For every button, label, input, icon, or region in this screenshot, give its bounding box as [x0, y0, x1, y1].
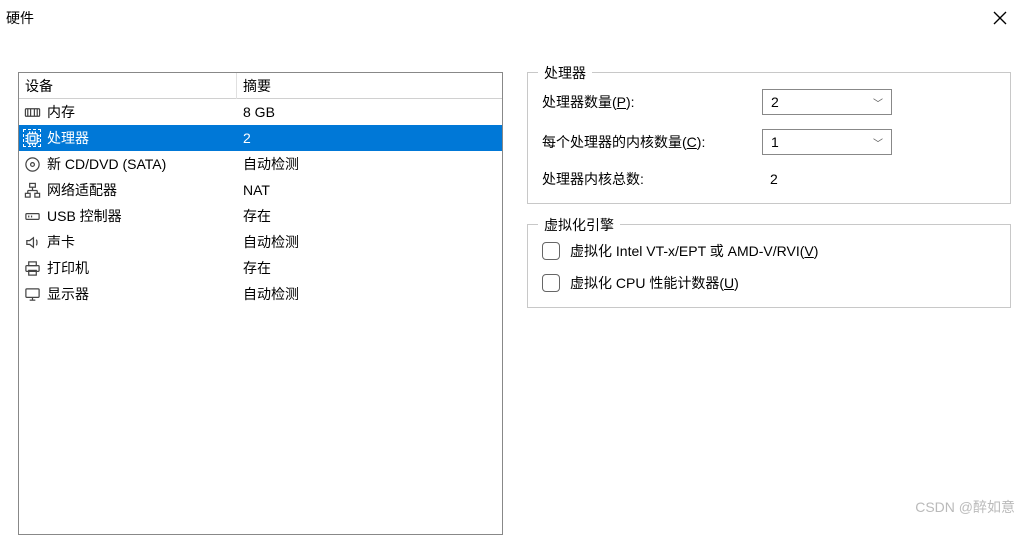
titlebar: 硬件 [0, 0, 1029, 36]
device-label: 新 CD/DVD (SATA) [47, 154, 166, 174]
memory-icon [23, 103, 41, 121]
virt-vtx-checkbox[interactable] [542, 242, 560, 260]
device-row-cddvd[interactable]: 新 CD/DVD (SATA) 自动检测 [19, 151, 502, 177]
device-table: 设备 摘要 内存 8 GB 处理器 2 [18, 72, 503, 535]
cpu-count-label: 处理器数量(P): [542, 92, 754, 112]
virtualization-group: 虚拟化引擎 虚拟化 Intel VT-x/EPT 或 AMD-V/RVI(V) … [527, 224, 1011, 308]
sound-icon [23, 233, 41, 251]
device-row-display[interactable]: 显示器 自动检测 [19, 281, 502, 307]
close-icon [993, 11, 1007, 30]
processor-group-title: 处理器 [538, 63, 592, 83]
chevron-down-icon: ﹀ [873, 95, 883, 110]
cores-per-cpu-value: 1 [771, 134, 779, 150]
device-row-memory[interactable]: 内存 8 GB [19, 99, 502, 125]
device-summary: NAT [237, 182, 502, 198]
close-button[interactable] [977, 4, 1023, 36]
device-label: 网络适配器 [47, 180, 117, 200]
col-header-summary[interactable]: 摘要 [237, 73, 502, 99]
processor-group: 处理器 处理器数量(P): 2 ﹀ 每个处理器的内核数量(C): 1 ﹀ 处理器… [527, 72, 1011, 204]
device-label: 显示器 [47, 284, 89, 304]
virtualization-group-title: 虚拟化引擎 [538, 215, 620, 235]
device-summary: 存在 [237, 258, 502, 278]
disc-icon [23, 155, 41, 173]
total-cores-value: 2 [762, 171, 778, 187]
cpu-icon [23, 129, 41, 147]
device-row-cpu[interactable]: 处理器 2 [19, 125, 502, 151]
table-body: 内存 8 GB 处理器 2 新 CD/DVD (SATA [19, 99, 502, 307]
cores-per-cpu-select[interactable]: 1 ﹀ [762, 129, 892, 155]
cores-per-cpu-label: 每个处理器的内核数量(C): [542, 132, 754, 152]
device-label: 打印机 [47, 258, 89, 278]
device-label: 声卡 [47, 232, 75, 252]
device-row-usb[interactable]: USB 控制器 存在 [19, 203, 502, 229]
printer-icon [23, 259, 41, 277]
device-label: 内存 [47, 102, 75, 122]
chevron-down-icon: ﹀ [873, 135, 883, 150]
device-summary: 2 [237, 130, 502, 146]
device-row-network[interactable]: 网络适配器 NAT [19, 177, 502, 203]
device-summary: 自动检测 [237, 284, 502, 304]
display-icon [23, 285, 41, 303]
settings-panel: 处理器 处理器数量(P): 2 ﹀ 每个处理器的内核数量(C): 1 ﹀ 处理器… [527, 72, 1011, 535]
device-label: 处理器 [47, 128, 89, 148]
device-summary: 8 GB [237, 104, 502, 120]
virt-perfcounter-checkbox[interactable] [542, 274, 560, 292]
usb-icon [23, 207, 41, 225]
window-title: 硬件 [6, 8, 34, 28]
cpu-count-value: 2 [771, 94, 779, 110]
virt-vtx-label: 虚拟化 Intel VT-x/EPT 或 AMD-V/RVI(V) [570, 241, 818, 261]
device-row-printer[interactable]: 打印机 存在 [19, 255, 502, 281]
device-row-sound[interactable]: 声卡 自动检测 [19, 229, 502, 255]
content-area: 设备 摘要 内存 8 GB 处理器 2 [0, 36, 1029, 535]
device-summary: 存在 [237, 206, 502, 226]
col-header-device[interactable]: 设备 [19, 73, 237, 99]
device-label: USB 控制器 [47, 206, 122, 226]
table-header: 设备 摘要 [19, 73, 502, 99]
network-icon [23, 181, 41, 199]
device-summary: 自动检测 [237, 154, 502, 174]
device-summary: 自动检测 [237, 232, 502, 252]
virt-perfcounter-label: 虚拟化 CPU 性能计数器(U) [570, 273, 739, 293]
total-cores-label: 处理器内核总数: [542, 169, 754, 189]
cpu-count-select[interactable]: 2 ﹀ [762, 89, 892, 115]
